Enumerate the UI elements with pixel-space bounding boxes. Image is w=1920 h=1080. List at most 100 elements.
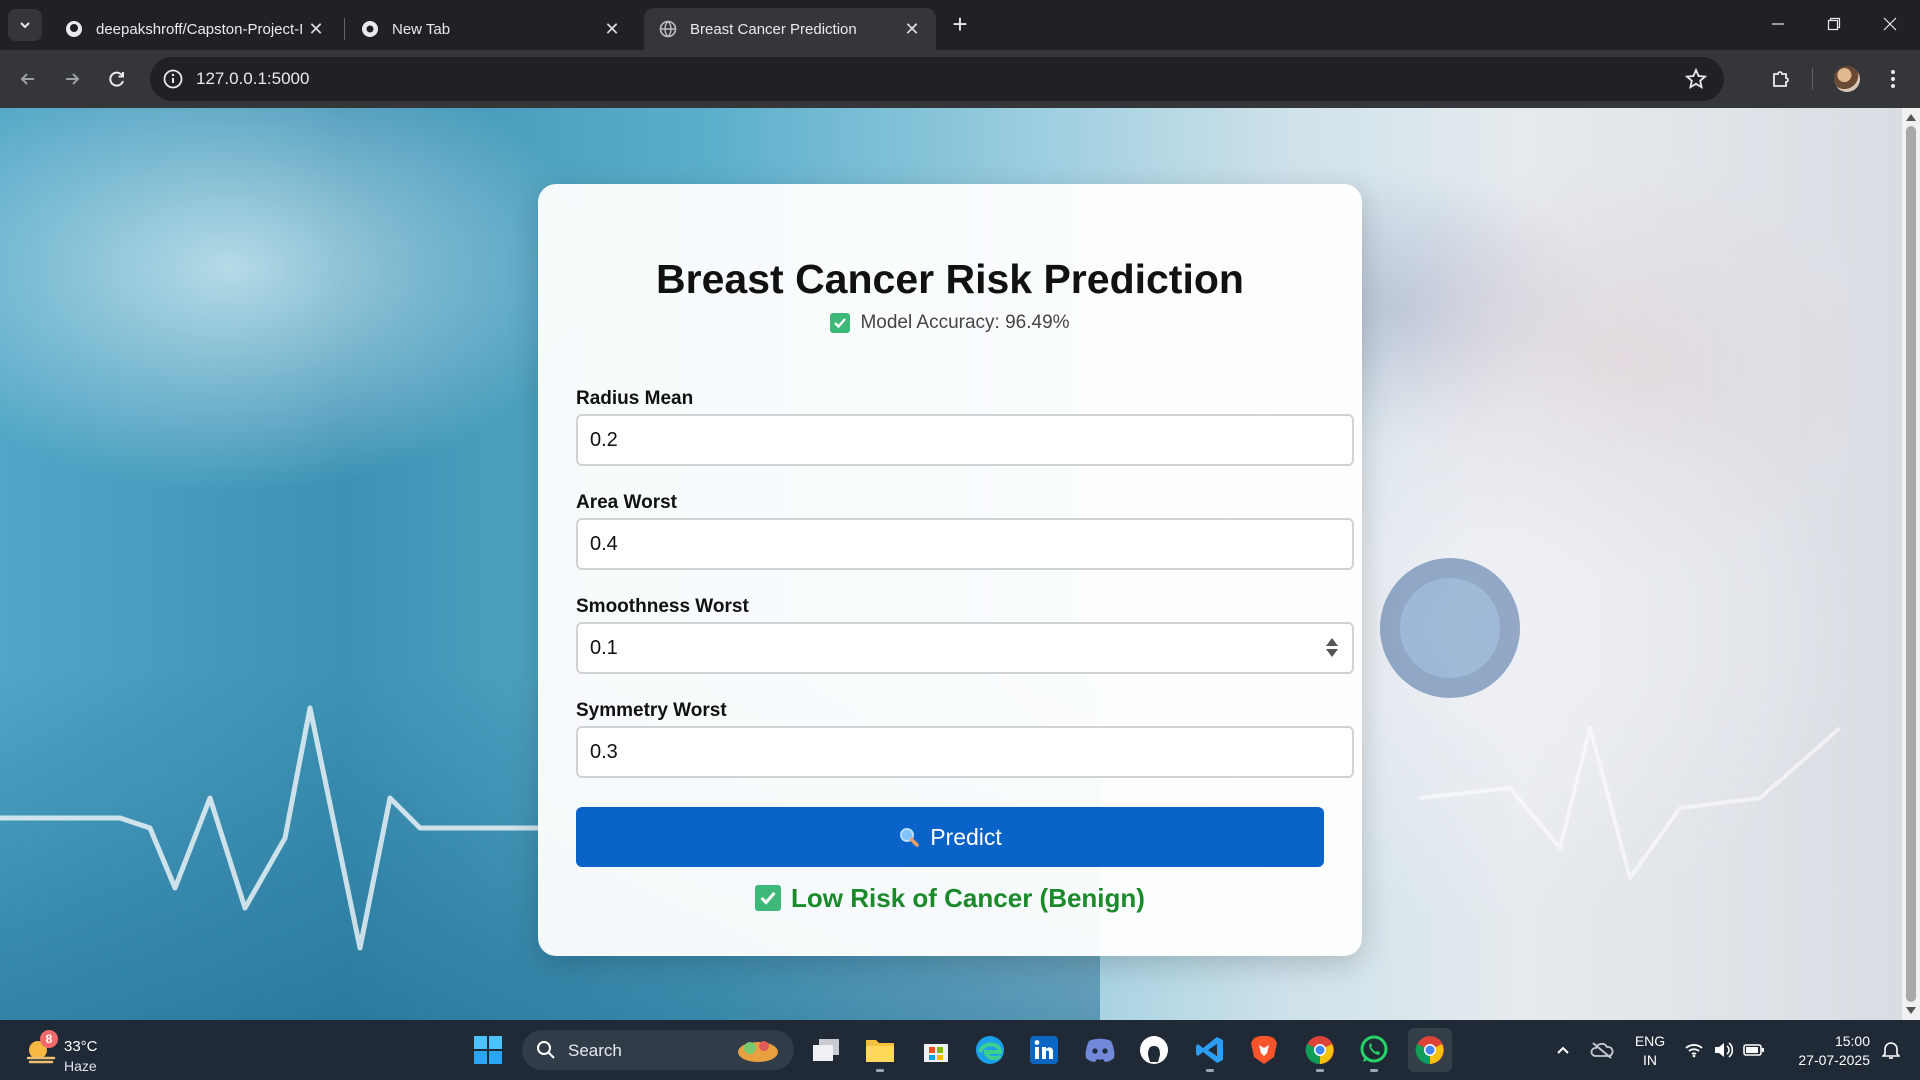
cloud-off-icon [1590, 1042, 1614, 1059]
tab-new-tab[interactable]: New Tab ✕ [346, 8, 636, 50]
accuracy-text: Model Accuracy: 96.49% [860, 312, 1070, 333]
chrome-icon [360, 19, 380, 39]
area-worst-label: Area Worst [576, 492, 678, 513]
weather-widget[interactable]: 8 33°C Haze [22, 1028, 162, 1074]
site-info-icon[interactable] [162, 68, 184, 90]
vscode-button[interactable] [1188, 1028, 1232, 1072]
model-accuracy: Model Accuracy: 96.49% [538, 312, 1362, 334]
symmetry-worst-input[interactable]: 0.3 [576, 726, 1354, 778]
arrow-right-icon [66, 73, 80, 85]
radius-mean-input[interactable]: 0.2 [576, 414, 1354, 466]
restore-button[interactable] [1806, 0, 1862, 48]
network-volume-battery[interactable] [1684, 1020, 1766, 1080]
store-icon [924, 1044, 948, 1062]
stethoscope-graphic [1380, 558, 1520, 698]
chrome-active-button[interactable] [1408, 1028, 1452, 1072]
windows-logo-icon [474, 1036, 502, 1064]
windows-taskbar: 8 33°C Haze Search ENG IN 15:00 27-07-20… [0, 1020, 1920, 1080]
address-bar[interactable]: 127.0.0.1:5000 [150, 57, 1724, 101]
bookmark-star-icon[interactable] [1684, 67, 1708, 91]
magnifier-icon [900, 828, 919, 847]
prediction-result: Low Risk of Cancer (Benign) [538, 878, 1362, 918]
tab-breast-cancer-prediction[interactable]: Breast Cancer Prediction ✕ [644, 8, 936, 50]
microsoft-store-button[interactable] [914, 1028, 958, 1072]
github-icon [1140, 1036, 1168, 1064]
chrome-profile-button[interactable] [1298, 1028, 1342, 1072]
tab-title: New Tab [392, 20, 451, 38]
github-desktop-button[interactable] [1132, 1028, 1176, 1072]
check-icon [755, 885, 782, 911]
clock-time: 15:00 [1834, 1033, 1870, 1049]
extensions-button[interactable] [1766, 64, 1796, 94]
close-tab-icon[interactable]: ✕ [306, 19, 326, 39]
file-explorer-button[interactable] [858, 1028, 902, 1072]
chevron-up-icon [1557, 1046, 1569, 1054]
edge-button[interactable] [968, 1028, 1012, 1072]
number-spinner[interactable] [1326, 638, 1338, 660]
linkedin-button[interactable] [1022, 1028, 1066, 1072]
predict-button-label: Predict [930, 823, 1002, 850]
edge-icon [976, 1036, 1004, 1064]
page-scrollbar[interactable] [1902, 108, 1920, 1020]
page-viewport: Breast Cancer Risk Prediction Model Accu… [0, 108, 1902, 1020]
minimize-button[interactable] [1750, 0, 1806, 48]
result-text: Low Risk of Cancer (Benign) [791, 882, 1145, 913]
scroll-up-icon[interactable] [1906, 114, 1916, 121]
notification-badge: 8 [40, 1030, 58, 1048]
discord-button[interactable] [1078, 1028, 1122, 1072]
lang-top: ENG [1634, 1033, 1666, 1049]
close-icon [1883, 17, 1897, 31]
close-tab-icon[interactable]: ✕ [902, 19, 922, 39]
tab-title: deepakshroff/Capston-Project-I [96, 20, 304, 38]
weather-temp: 33°C [64, 1038, 98, 1055]
url-text: 127.0.0.1:5000 [196, 69, 310, 88]
close-tab-icon[interactable]: ✕ [602, 19, 622, 39]
globe-icon [658, 19, 678, 39]
minimize-icon [1772, 23, 1784, 25]
weather-condition: Haze [64, 1058, 97, 1074]
predict-button[interactable]: Predict [576, 807, 1324, 867]
input-language[interactable]: ENG IN [1630, 1032, 1670, 1070]
profile-button[interactable] [1832, 64, 1862, 94]
linkedin-icon [1030, 1036, 1058, 1064]
scroll-down-icon[interactable] [1906, 1007, 1916, 1014]
chevron-down-icon [20, 22, 30, 29]
reload-button[interactable] [101, 63, 133, 95]
area-worst-input[interactable]: 0.4 [576, 518, 1354, 570]
start-button[interactable] [466, 1028, 510, 1072]
forward-button[interactable] [56, 63, 88, 95]
search-label: Search [568, 1041, 622, 1060]
whatsapp-icon [1360, 1035, 1388, 1063]
brave-button[interactable] [1242, 1028, 1286, 1072]
spinner-down-icon[interactable] [1326, 649, 1338, 657]
menu-button[interactable] [1878, 64, 1908, 94]
check-icon [830, 313, 851, 333]
close-window-button[interactable] [1862, 0, 1918, 48]
show-hidden-icons-button[interactable] [1548, 1020, 1578, 1080]
reload-icon [109, 71, 124, 87]
folder-icon [866, 1040, 894, 1062]
spinner-up-icon[interactable] [1326, 638, 1338, 646]
new-tab-button[interactable]: + [946, 11, 974, 39]
back-button[interactable] [12, 63, 44, 95]
smoothness-worst-input[interactable]: 0.1 [576, 622, 1354, 674]
github-icon [64, 19, 84, 39]
area-worst-field: Area Worst 0.4 [576, 492, 1354, 570]
task-view-button[interactable] [804, 1028, 848, 1072]
restore-icon [1827, 17, 1841, 31]
notifications-button[interactable] [1876, 1020, 1906, 1080]
onedrive-button[interactable] [1586, 1020, 1618, 1080]
prediction-card: Breast Cancer Risk Prediction Model Accu… [538, 184, 1362, 956]
search-icon [537, 1041, 555, 1059]
scroll-thumb[interactable] [1906, 126, 1916, 1002]
page-title: Breast Cancer Risk Prediction [656, 256, 1244, 302]
system-clock[interactable]: 15:00 27-07-2025 [1776, 1032, 1870, 1070]
browser-toolbar: 127.0.0.1:5000 [0, 50, 1920, 108]
bell-icon [1882, 1042, 1900, 1059]
tab-github[interactable]: deepakshroff/Capston-Project-I ✕ [50, 8, 340, 50]
tab-search-button[interactable] [8, 9, 42, 41]
chrome-icon [1305, 1036, 1334, 1065]
tab-title: Breast Cancer Prediction [690, 20, 857, 38]
taskbar-search[interactable]: Search [522, 1030, 794, 1070]
whatsapp-button[interactable] [1352, 1028, 1396, 1072]
